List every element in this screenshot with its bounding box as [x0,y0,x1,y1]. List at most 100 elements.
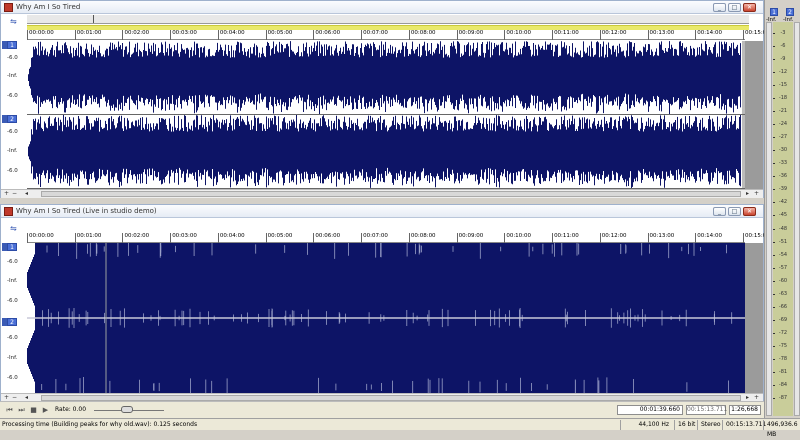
meter-scale-label: -69 [773,317,793,323]
time-tick: 00:10:00 [504,233,532,243]
audio-file-icon [4,3,13,12]
channel-1-chip[interactable]: 1 [7,41,17,49]
window-1-title: Why Am I So Tired [16,3,81,11]
meter-scale-label: -33 [773,160,793,166]
waveform-window-2[interactable]: Why Am I So Tired (Live in studio demo) … [0,204,770,402]
meter-scale-label: -48 [773,226,793,232]
time-ruler[interactable]: 00:00:00 00:01:00 00:02:00 00:03:00 00:04:00… [27,233,770,243]
meter-scale-label: -54 [773,252,793,258]
time-tick: 00:07:00 [361,30,388,40]
time-tick: 00:01:00 [74,233,102,243]
meter-scale-label: -9 [773,56,793,62]
vertical-zoom-bar[interactable] [745,41,763,189]
db-label: -Inf. [7,148,18,154]
selection-length[interactable]: 00:15:13.711 [686,405,727,415]
db-label: -Inf. [7,73,18,79]
time-ruler[interactable]: 00:00:00 00:01:00 00:02:00 00:03:00 00:04:00… [27,30,770,40]
db-label: -6.0 [7,259,18,265]
vertical-zoom-bar[interactable] [745,243,763,393]
minimize-button[interactable]: _ [713,3,726,12]
meter-scale-label: -78 [773,356,793,362]
channel-1-chip[interactable]: 1 [7,243,17,251]
free-space: 496,936.6 MB [763,420,800,438]
rate-slider-knob[interactable] [121,406,133,413]
zoom-in-icon[interactable]: + [753,191,760,197]
play-icon[interactable]: ▶ [41,406,50,415]
meter-scale-label: -57 [773,265,793,271]
meter-scale-label: -84 [773,382,793,388]
meter-scale-label: -72 [773,330,793,336]
channel-2-chip[interactable]: 2 [7,318,17,326]
zoom-ratio[interactable]: 1:26,668 [729,405,761,415]
snap-icon[interactable]: ⇋ [10,224,17,233]
time-tick: 00:06:00 [313,233,341,243]
overview-position-marker[interactable] [93,15,94,23]
zoom-out-icon[interactable]: − [11,191,18,197]
time-tick: 00:13:00 [647,233,675,243]
db-label: -6.0 [7,298,18,304]
time-tick: 00:00:00 [27,30,54,40]
meter-bar-1 [766,22,772,416]
close-button[interactable]: ✕ [743,3,756,12]
db-label: -Inf. [7,278,18,284]
minimize-button[interactable]: _ [713,207,726,216]
meter-scale-label: -51 [773,239,793,245]
meter-scale-label: -66 [773,304,793,310]
meter-channel-2-chip[interactable]: 2 [786,8,794,16]
db-label: -6.0 [7,55,18,61]
time-tick: 00:05:00 [265,233,293,243]
waveform-window-1[interactable]: Why Am I So Tired _ □ ✕ ⇋ 00:00:00 00:01:… [0,0,770,198]
meter-scale-label: -45 [773,212,793,218]
time-tick: 00:08:00 [408,233,436,243]
waveform-display[interactable] [27,41,745,189]
snap-icon[interactable]: ⇋ [10,17,17,26]
time-tick: 00:01:00 [74,30,102,40]
time-tick: 00:03:00 [170,233,197,243]
maximize-button[interactable]: □ [728,3,741,12]
time-tick: 00:09:00 [456,30,484,40]
time-tick: 00:11:00 [552,30,579,40]
bit-depth: 16 bit [674,420,696,430]
time-tick: 00:10:00 [504,30,532,40]
time-tick: 00:13:00 [647,30,675,40]
db-label: -6.0 [7,335,18,341]
meter-scale-label: -63 [773,291,793,297]
db-label: -6.0 [7,375,18,381]
meter-scale-label: -15 [773,82,793,88]
time-tick: 00:11:00 [552,233,579,243]
meter-channel-1-chip[interactable]: 1 [770,8,778,16]
meter-scale-label: -81 [773,369,793,375]
channel-mode: Stereo [697,420,721,430]
go-to-end-icon[interactable]: ⏭ [17,406,26,415]
horizontal-scrollbar[interactable]: + − ◂ ▸ + [1,189,763,198]
maximize-button[interactable]: □ [728,207,741,216]
transport-bar: ⏮ ⏭ ■ ▶ Rate: 0.00 00:01:39.660 00:15:13… [0,401,764,418]
master-level-meter: 1 2 -Inf. -Inf. -3 -6 -9 -12 -15 -18 -21 -24 -27… [764,0,800,418]
scroll-left-icon[interactable]: ◂ [23,191,30,197]
meter-scale: -3 -6 -9 -12 -15 -18 -21 -24 -27 -30 -33 -36 -39 -42 -… [773,22,793,416]
window-2-titlebar[interactable]: Why Am I So Tired (Live in studio demo) … [1,205,763,218]
channel-waveform [28,41,741,115]
go-to-start-icon[interactable]: ⏮ [5,406,14,415]
time-tick: 00:12:00 [599,233,627,243]
time-tick: 00:07:00 [361,233,388,243]
time-tick: 00:08:00 [408,30,436,40]
scrollbar-thumb[interactable] [41,191,741,197]
time-tick: 00:05:00 [265,30,293,40]
overview-bar[interactable] [27,15,749,24]
db-label: -6.0 [7,129,18,135]
scroll-right-icon[interactable]: ▸ [744,191,751,197]
waveform-display-selected[interactable] [27,243,745,393]
total-duration: 00:15:13.711 [722,420,766,430]
channel-2-chip[interactable]: 2 [7,115,17,123]
meter-scale-label: -12 [773,69,793,75]
cursor-position[interactable]: 00:01:39.660 [617,405,683,415]
stop-icon[interactable]: ■ [29,406,38,415]
close-button[interactable]: ✕ [743,207,756,216]
db-label: -6.0 [7,93,18,99]
meter-scale-label: -30 [773,147,793,153]
zoom-in-icon[interactable]: + [3,191,10,197]
meter-scale-label: -39 [773,186,793,192]
window-1-titlebar[interactable]: Why Am I So Tired _ □ ✕ [1,1,763,14]
rate-label: Rate: 0.00 [55,406,87,413]
